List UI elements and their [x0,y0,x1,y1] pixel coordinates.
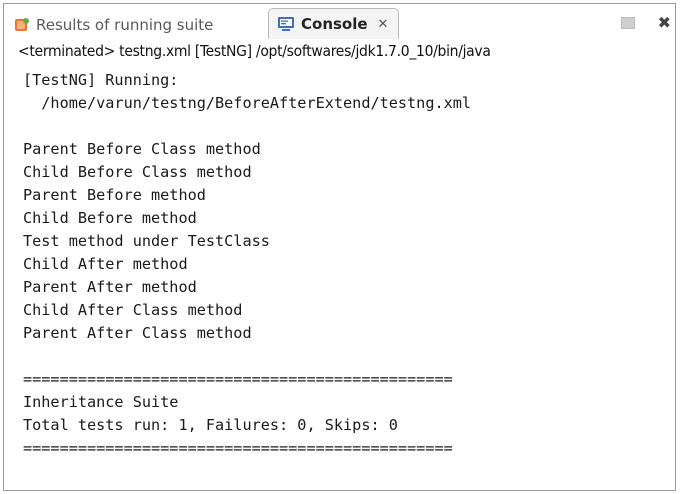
console-line: Child Before Class method [23,163,252,181]
console-icon [278,17,294,31]
console-view: Results of running suite Console ✕ ✖ <te… [3,3,676,491]
console-line: Child Before method [23,209,197,227]
console-line: Child After Class method [23,301,243,319]
close-icon[interactable]: ✕ [378,17,389,32]
console-output[interactable]: [TestNG] Running: /home/varun/testng/Bef… [4,66,675,490]
console-line: Parent Before method [23,186,206,204]
console-line: /home/varun/testng/BeforeAfterExtend/tes… [23,94,472,112]
maximize-button[interactable]: ✖ [658,13,671,32]
console-line: Inheritance Suite [23,393,179,411]
tab-console-label: Console [301,15,368,33]
tab-results-of-running-suite[interactable]: Results of running suite [14,12,213,38]
console-description: <terminated> testng.xml [TestNG] /opt/so… [18,42,491,60]
console-line: [TestNG] Running: [23,71,179,89]
testng-results-icon [15,18,29,31]
console-line: ========================================… [23,370,453,388]
tab-console[interactable]: Console ✕ [268,8,400,39]
console-line: Child After method [23,255,188,273]
console-line: Total tests run: 1, Failures: 0, Skips: … [23,416,398,434]
console-line: Parent After Class method [23,324,252,342]
console-line: Parent After method [23,278,197,296]
console-line: Parent Before Class method [23,140,261,158]
console-line: Test method under TestClass [23,232,270,250]
tab-results-label: Results of running suite [36,16,214,34]
console-lines: [TestNG] Running: /home/varun/testng/Bef… [23,69,471,460]
minimize-button[interactable] [621,17,635,29]
view-tab-bar: Results of running suite Console ✕ ✖ [4,4,675,39]
console-line: ========================================… [23,439,453,457]
